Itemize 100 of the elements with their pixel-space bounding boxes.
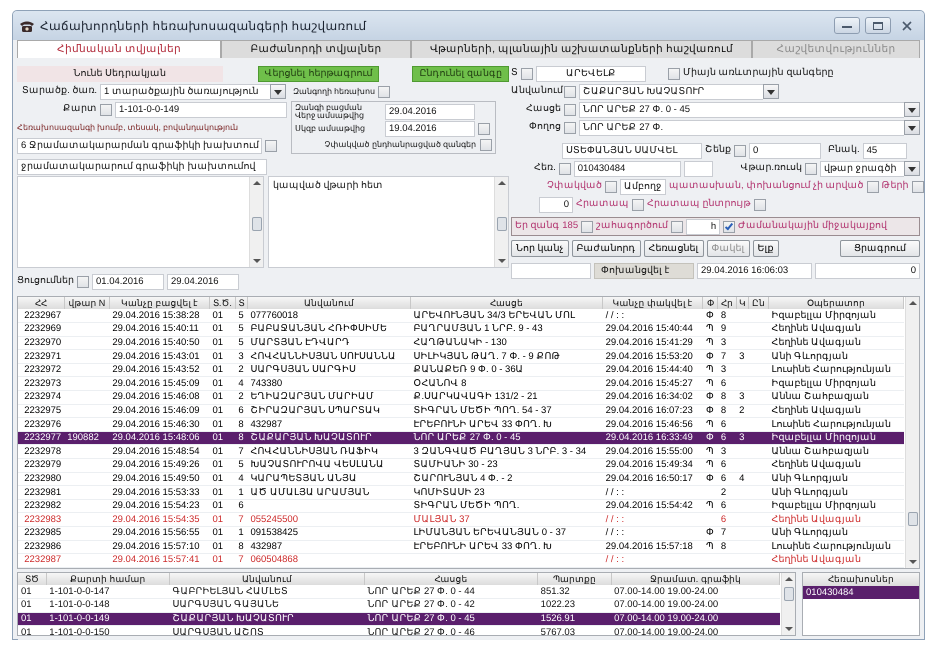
tab[interactable]: Հիմնական տվյալներ [17, 40, 221, 58]
table-row[interactable]: 2232978 29.04.2016 15:48:54 01 7 ՀՈՎՀԱՆՆԻՍՅԱՆ ՌԱՖԻԿ 3 ԶԱՆԳՎԱԾ ԲԱՂՅԱՆ 3 ՆՐԲ. 3 - 34 29.04.2016 15:55:00 Պ 3 Աննա Շահբազյան [18, 444, 904, 459]
checkbox[interactable] [866, 180, 879, 192]
maximize-button[interactable] [865, 17, 891, 34]
checkbox[interactable] [671, 220, 684, 232]
table-row[interactable]: 01 1-101-0-0-147 ԳԱԲՐԻԵԼՅԱՆ ՀԱՄԼԵՏ ՆՈՐ ԱՐԵՔ 27 Փ. 0 - 44 851.32 07.00-14.00 19.00-24.00 [18, 585, 780, 599]
column-header[interactable]: վթար N [64, 297, 110, 309]
checkbox[interactable] [480, 138, 492, 151]
checkbox[interactable] [378, 86, 390, 98]
input-field[interactable]: 01.04.2016 [92, 274, 164, 290]
column-header[interactable]: Կ [736, 297, 749, 309]
button[interactable]: Ելք [752, 240, 779, 257]
input-field[interactable]: h [686, 218, 720, 234]
column-header[interactable]: ՀՀ [18, 297, 64, 309]
column-header[interactable]: Հասցե [364, 573, 538, 585]
checkbox[interactable] [564, 122, 576, 134]
table-row[interactable]: 01 1-101-0-0-150 ՍԱՐԳՍՅԱՆ ԱՇՈՏ ՆՈՐ ԱՐԵՔ 27 Փ. 0 - 46 5767.03 07.00-14.00 19.00-24.00 [18, 626, 780, 640]
table-row[interactable]: 2232986 29.04.2016 15:57:10 01 8 432987 ԷՐԵԲՈՒՆԻ ԱՐԵՎ 33 ՓՈՂ. Խ 29.04.2016 15:57:18 Պ 8 Լուսինե Հարությունյան [18, 540, 904, 554]
table-row[interactable]: 2232973 29.04.2016 15:45:09 01 4 743380 ՕՀԱՆՈՎ 8 29.04.2016 15:45:27 Պ 6 Իզաբելլա Միրզոյան [18, 376, 904, 391]
input-field[interactable]: ջրամատակարարում գրաֆիկի խախտումով [17, 158, 267, 174]
input-field[interactable]: 1-101-0-0-149 [115, 102, 287, 118]
table-row[interactable]: 2232976 29.04.2016 15:46:30 01 8 432987 ԷՐԵԲՈՒՆԻ ԱՐԵՎ 33 ՓՈՂ. Խ 29.04.2016 15:46:56 Պ 6 Լուսինե Հարությունյան [18, 418, 904, 432]
list-item[interactable]: 010430484 [803, 586, 919, 599]
button[interactable]: Հեռացնել [644, 240, 704, 257]
column-header[interactable]: Անվանում [169, 573, 365, 585]
checkbox[interactable] [521, 68, 533, 80]
scrollbar[interactable] [248, 177, 263, 267]
column-header[interactable]: Անվանում [247, 297, 410, 309]
table-row[interactable]: 2232967 29.04.2016 15:38:28 01 5 077760018 ԱՐԵՎՈՒՆՅԱՆ 34/3 ԵՐԵՎԱՆ ՄՈԼ / / : : Փ 8 Իզաբելլա Միրզոյան [18, 309, 904, 323]
input-field[interactable]: Ամբողջ [620, 178, 666, 194]
checkbox[interactable] [478, 123, 490, 136]
column-header[interactable]: Հասցե [410, 297, 603, 309]
checkbox[interactable] [564, 104, 576, 116]
table-row[interactable]: 01 1-101-0-0-148 ՍԱՐԳՍՅԱՆ ԳԱՅԱՆԵ ՆՈՐ ԱՐԵՔ 27 Փ. 0 - 42 1022.23 07.00-14.00 19.00-24.00 [18, 598, 780, 612]
column-header[interactable]: Հեռախոսներ [803, 573, 919, 586]
table-row[interactable]: 2232970 29.04.2016 15:40:50 01 5 ՄԱՐՏՅԱՆ ԷԴՎԱՐԴ ՀԱՂԹԱՆԱԿԻ - 130 29.04.2016 15:41:29 Պ 3 Հեղինե Ավագյան [18, 336, 904, 350]
column-header[interactable]: ՏԾ [18, 573, 46, 585]
action-button[interactable]: Վերցնել հերթագրում [258, 66, 380, 82]
input-field[interactable] [684, 160, 714, 176]
text-area[interactable]: կապված վթարի հետ [268, 176, 509, 268]
button[interactable]: Նոր կանչ [511, 240, 569, 257]
checkbox[interactable] [558, 162, 571, 174]
table-row[interactable]: 2232975 29.04.2016 15:46:09 01 6 ՇԻՐԱԶԱՐՅԱՆ ՍՊԱՐՏԱԿ ՏԻԳՐԱՆ ՄԵԾԻ ՊՈՂ. 54 - 37 29.04.2016 16:07:23 Փ 8 2 Հեղինե Ավագյան [18, 404, 904, 418]
checkbox[interactable] [100, 104, 112, 116]
input-field[interactable]: 29.04.2016 [385, 104, 475, 120]
checkbox[interactable] [668, 68, 680, 80]
table-row[interactable]: 2232982 29.04.2016 15:54:23 01 6 ՏԻԳՐԱՆ ՄԵԾԻ ՊՈՂ. 29.04.2016 15:54:42 Պ 6 Իզաբելլա Միրզոյան [18, 499, 904, 513]
table-row[interactable]: 2232977 190882 29.04.2016 15:48:06 01 8 ՇԱՔԱՐՅԱՆ ԽԱՉԱՏՈՒՐ ՆՈՐ ԱՐԵՔ 27 Փ. 0 - 45 29.04.2016 16:33:49 Փ 6 3 Իզաբելլա Միրզոյան [18, 431, 904, 445]
column-header[interactable]: Ըն [748, 297, 768, 309]
scrollbar[interactable] [494, 177, 508, 267]
tab[interactable]: Վթարների, պլանային աշխատանքների հաշվառում [411, 40, 752, 58]
checkbox[interactable] [77, 276, 89, 288]
checkbox[interactable] [912, 180, 924, 192]
input-field[interactable]: 6 Ջրամատակարարման գրաֆիկի խախտում [17, 138, 262, 154]
input-field[interactable]: 010430484 [574, 160, 681, 176]
checkbox[interactable] [265, 140, 277, 152]
input-field[interactable]: 45 [862, 142, 907, 158]
column-header[interactable]: Փ [702, 297, 718, 309]
table-row[interactable]: 2232972 29.04.2016 15:43:52 01 2 ՍԱՐԳՍՅԱՆ ՍԱՐԳԻՍ ՔԱՆԱՔԵՌ 9 Փ. 0 - 36Ա 29.04.2016 15:44:40 Պ 3 Լուսինե Հարությունյան [18, 363, 904, 377]
column-header[interactable]: Տ [235, 297, 248, 309]
column-header[interactable]: Կանչը փակվել է [602, 297, 703, 309]
scrollbar[interactable] [781, 573, 795, 635]
column-header[interactable]: Ջրամատ. գրաֆիկ [611, 573, 780, 585]
input-field[interactable]: 19.04.2016 [385, 121, 475, 138]
checkbox[interactable] [632, 198, 644, 210]
input-field[interactable]: ՍՏԵՓԱՆՅԱՆ ՍԱՄՎԵԼ [562, 142, 702, 158]
minimize-button[interactable] [834, 17, 860, 34]
checkbox[interactable] [805, 162, 818, 174]
table-row[interactable]: 2232983 29.04.2016 15:54:35 01 7 055245500 ՄԱԼՅԱՆ 37 / / : : 6 Հեղինե Ավագյան [18, 512, 904, 526]
column-header[interactable]: Պարտքը [538, 573, 612, 585]
table-row[interactable]: 2232969 29.04.2016 15:40:11 01 5 ԲԱԲԱՋԱՆՅԱՆ ՀՌԻՓՍԻՄԵ ԲԱՂՐԱՄՅԱՆ 1 ՆՐԲ. 9 - 43 29.04.2016 15:40:44 Պ 9 Հեղինե Ավագյան [18, 322, 904, 336]
checkbox[interactable] [723, 220, 736, 232]
tab[interactable]: Բաժանորդի տվյալներ [221, 40, 411, 58]
input-field[interactable]: 0 [539, 196, 573, 212]
checkbox[interactable] [734, 144, 746, 156]
table-row[interactable]: 2232981 29.04.2016 15:53:33 01 1 ԱԾ ԱՄԱԼՅԱ ԱՐԱՄՅԱՆ ԿՈՄԻՏԱՍԻ 23 / / : : 2 Անի Գևորգյան [18, 486, 904, 500]
input-field[interactable]: ԱՐԵՎԵԼՔ [536, 66, 646, 82]
table-row[interactable]: 01 1-101-0-0-149 ՇԱՔԱՐՅԱՆ ԽԱՉԱՏՈՒՐ ՆՈՐ ԱՐԵՔ 27 Փ. 0 - 45 1526.91 07.00-14.00 19.00-24.00 [18, 612, 780, 626]
checkbox[interactable] [581, 220, 594, 232]
column-header[interactable]: Կանչը բացվել է [109, 297, 210, 309]
column-header[interactable]: Հր [718, 297, 736, 309]
table-row[interactable]: 2232987 29.04.2016 15:57:41 01 7 060504868 / / : : Հեղինե Ավագյան [18, 554, 904, 568]
checkbox[interactable] [564, 86, 576, 98]
button[interactable]: Բաժանորդ [572, 240, 641, 257]
print-button[interactable]: Ցրագրում [840, 240, 920, 257]
action-button[interactable]: Ընդունել զանգը [412, 66, 509, 82]
input-field[interactable]: 29.04.2016 16:06:03 [697, 262, 812, 278]
table-row[interactable]: 2232979 29.04.2016 15:49:26 01 5 ԽԱՉԱՏՈՒՐՈՎԱ ՎԵՍԼԱՆԱ ՏԱՄԻԱՆԻ 30 - 23 29.04.2016 15:49:34 Պ 6 Հեղինե Ավագյան [18, 458, 904, 472]
column-header[interactable]: Քարտի համար [46, 573, 170, 585]
column-header[interactable]: Տ.Ծ. [210, 297, 236, 309]
table-row[interactable]: 2232985 29.04.2016 15:56:55 01 1 091538425 ԼԻՄԱՆՅԱՆ ԵՐԵՎԱՆՅԱՆ 0 - 37 / / : : Փ 7 Անի Գևորգյան [18, 526, 904, 540]
checkbox[interactable] [754, 198, 766, 210]
input-field[interactable]: 0 [815, 262, 920, 278]
column-header[interactable]: Օպերատոր [768, 297, 904, 309]
table-row[interactable]: 2232980 29.04.2016 15:49:50 01 4 ԿԱՐԱՊԵՏՅԱՆ ԱՆՅԱ ՇԱՐՈՒՆՅԱՆ 4 Փ. - 2 29.04.2016 16:50:17 Փ 6 4 Անի Գևորգյան [18, 472, 904, 486]
table-row[interactable]: 2232971 29.04.2016 15:43:01 01 3 ՀՈՎՀԱՆՆԻՍՅԱՆ ՍՈՒՍԱՆՆԱ ՍԻԼԻԿՅԱՆ ԹԱՂ. 7 Փ. - 9 ՔՈԹ 29.04.2016 15:53:20 Փ 7 3 Անի Գևորգյան [18, 350, 904, 364]
table-row[interactable]: 2232974 29.04.2016 15:46:08 01 2 ԵՂԻԱԶԱՐՅԱՆ ՄԱՐԻԱՄ Ք.ՍԱՐԿԱՎԱԳԻ 131/2 - 21 29.04.2016 16:34:02 Փ 8 3 Աննա Շահբազյան [18, 390, 904, 404]
checkbox[interactable] [605, 180, 617, 192]
scrollbar[interactable] [905, 297, 919, 568]
input-field[interactable] [511, 262, 591, 278]
